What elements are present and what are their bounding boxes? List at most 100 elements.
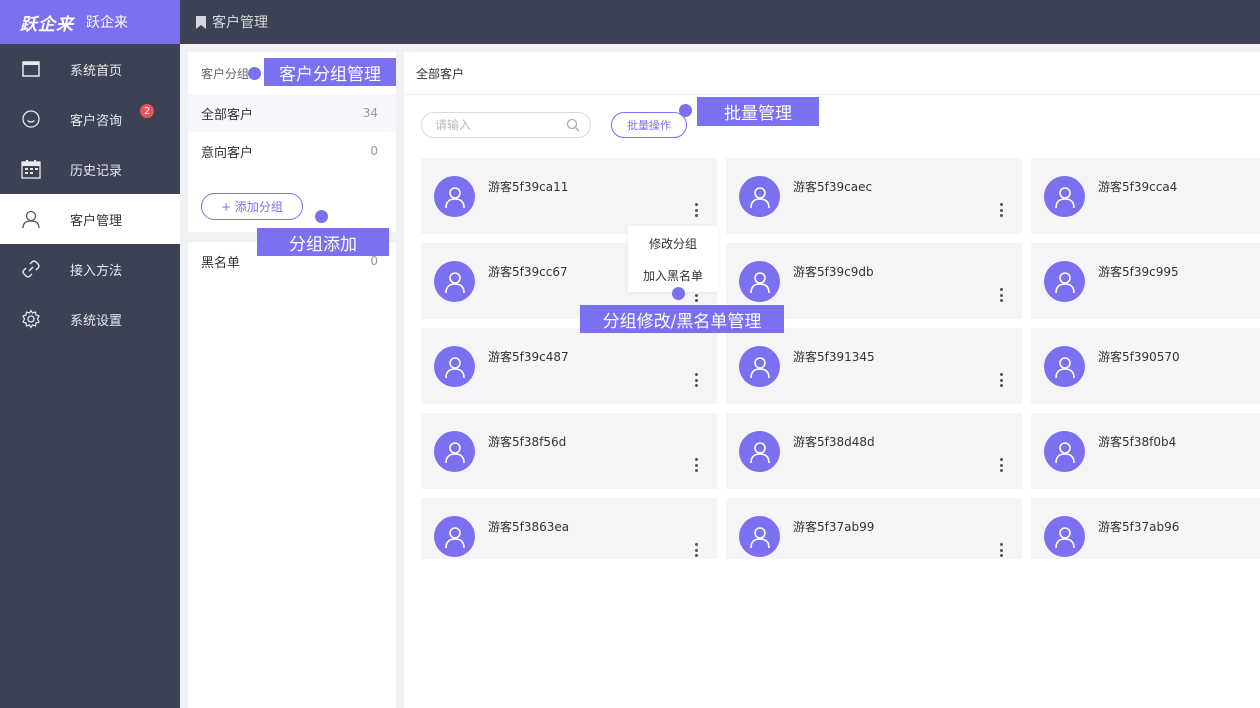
brand-logo: 跃企来: [20, 14, 74, 35]
avatar: [434, 431, 475, 472]
user-icon: [749, 526, 770, 548]
sidebar-item-home[interactable]: 系统首页: [0, 44, 180, 94]
more-vertical-icon[interactable]: [996, 202, 1006, 218]
chat-icon: [20, 108, 42, 130]
user-icon: [1054, 526, 1075, 548]
avatar: [1044, 431, 1085, 472]
sidebar-item-consult[interactable]: 客户咨询 2: [0, 94, 180, 144]
more-vertical-icon[interactable]: [996, 372, 1006, 388]
group-label: 黑名单: [201, 255, 241, 271]
sidebar: 系统首页 客户咨询 2 历史记录 客户管理 接入方法 系统设置: [0, 44, 180, 708]
customer-name: 游客5f39c9db: [793, 265, 874, 279]
sidebar-item-label: 系统设置: [70, 313, 123, 329]
callout-dot: [315, 210, 328, 223]
more-vertical-icon[interactable]: [691, 457, 701, 473]
sidebar-item-settings[interactable]: 系统设置: [0, 294, 180, 344]
card-context-menu: 修改分组 加入黑名单: [628, 226, 718, 292]
customer-name: 游客5f3863ea: [488, 520, 570, 534]
group-item-intent[interactable]: 意向客户 0: [188, 132, 396, 170]
customer-name: 游客5f38d48d: [793, 435, 875, 449]
more-vertical-icon[interactable]: [691, 372, 701, 388]
sidebar-item-history[interactable]: 历史记录: [0, 144, 180, 194]
callout-dot: [679, 104, 692, 117]
link-icon: [20, 258, 42, 280]
customer-card[interactable]: 游客5f3863ea: [421, 498, 717, 559]
user-icon: [444, 441, 465, 463]
callout-group-add: 分组添加: [257, 228, 389, 256]
avatar: [739, 431, 780, 472]
menu-item-add-blacklist[interactable]: 加入黑名单: [628, 260, 718, 290]
user-icon: [749, 441, 770, 463]
sidebar-item-label: 接入方法: [70, 263, 123, 279]
more-vertical-icon[interactable]: [691, 202, 701, 218]
customer-name: 游客5f39cca4: [1098, 180, 1178, 194]
avatar: [434, 176, 475, 217]
brand[interactable]: 跃企来 跃企来: [0, 0, 180, 44]
unread-badge: 2: [140, 104, 154, 118]
bookmark-icon: [196, 15, 206, 29]
more-vertical-icon[interactable]: [691, 542, 701, 558]
user-icon: [749, 356, 770, 378]
customer-card[interactable]: 游客5f39cca4: [1031, 158, 1260, 234]
avatar: [434, 346, 475, 387]
user-icon: [444, 356, 465, 378]
customer-name: 游客5f391345: [793, 350, 875, 364]
customer-card[interactable]: 游客5f38d48d: [726, 413, 1022, 489]
user-icon: [1054, 356, 1075, 378]
callout-group-manage: 客户分组管理: [264, 58, 396, 86]
customer-card[interactable]: 游客5f391345: [726, 328, 1022, 404]
avatar: [1044, 261, 1085, 302]
user-icon: [749, 271, 770, 293]
customer-card[interactable]: 游客5f37ab99: [726, 498, 1022, 559]
customer-name: 游客5f38f56d: [488, 435, 567, 449]
avatar: [739, 176, 780, 217]
sidebar-item-label: 客户管理: [70, 213, 123, 229]
customer-card[interactable]: 游客5f37ab96: [1031, 498, 1260, 559]
sidebar-item-label: 历史记录: [70, 163, 123, 179]
batch-operation-button[interactable]: 批量操作: [611, 112, 687, 138]
user-icon: [444, 526, 465, 548]
user-icon: [1054, 186, 1075, 208]
customer-name: 游客5f39c995: [1098, 265, 1179, 279]
top-bar: [0, 0, 1260, 44]
window-icon: [20, 58, 42, 80]
group-count: 0: [370, 144, 378, 158]
customer-card[interactable]: 游客5f39caec: [726, 158, 1022, 234]
search-input[interactable]: [435, 118, 566, 132]
search-icon[interactable]: [566, 118, 580, 132]
customer-card[interactable]: 游客5f38f0b4: [1031, 413, 1260, 489]
calendar-icon: [20, 158, 42, 180]
customer-name: 游客5f390570: [1098, 350, 1180, 364]
callout-dot: [248, 67, 261, 80]
user-icon: [749, 186, 770, 208]
callout-batch-manage: 批量管理: [697, 97, 819, 126]
user-icon: [20, 208, 42, 230]
main-panel: 全部客户 批量操作 游客5f39ca11 游客5f39caec 游客5f39cc…: [404, 52, 1260, 708]
sidebar-item-label: 客户咨询: [70, 113, 123, 129]
avatar: [434, 516, 475, 557]
customer-card[interactable]: 游客5f38f56d: [421, 413, 717, 489]
avatar: [739, 346, 780, 387]
avatar: [1044, 346, 1085, 387]
user-icon: [1054, 271, 1075, 293]
add-group-button[interactable]: + 添加分组: [201, 193, 303, 220]
customer-name: 游客5f37ab99: [793, 520, 875, 534]
search-box[interactable]: [421, 112, 591, 138]
group-item-all[interactable]: 全部客户 34: [188, 94, 396, 132]
callout-dot: [672, 287, 685, 300]
more-vertical-icon[interactable]: [996, 457, 1006, 473]
customer-card[interactable]: 游客5f390570: [1031, 328, 1260, 404]
sidebar-item-integration[interactable]: 接入方法: [0, 244, 180, 294]
customer-card[interactable]: 游客5f39c487: [421, 328, 717, 404]
more-vertical-icon[interactable]: [996, 287, 1006, 303]
more-vertical-icon[interactable]: [996, 542, 1006, 558]
avatar: [1044, 176, 1085, 217]
menu-item-edit-group[interactable]: 修改分组: [628, 228, 718, 258]
group-count: 34: [362, 106, 378, 120]
user-icon: [444, 186, 465, 208]
sidebar-item-customers[interactable]: 客户管理: [0, 194, 180, 244]
customer-card[interactable]: 游客5f39ca11: [421, 158, 717, 234]
customer-name: 游客5f39caec: [793, 180, 873, 194]
page-title: 客户管理: [196, 0, 268, 44]
customer-card[interactable]: 游客5f39c995: [1031, 243, 1260, 319]
